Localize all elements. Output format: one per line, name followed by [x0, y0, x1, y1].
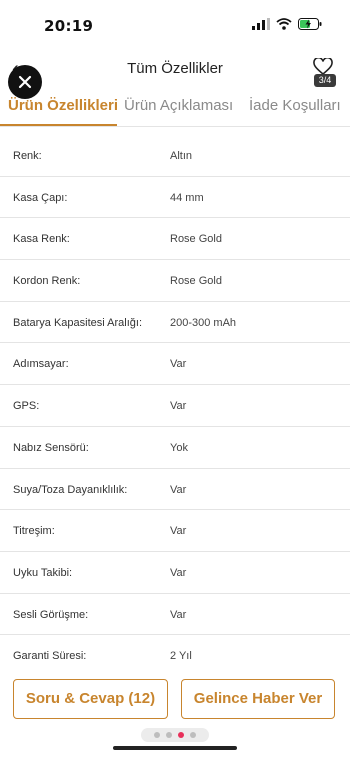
spec-key: Uyku Takibi: [13, 566, 73, 579]
battery-charging-icon [298, 18, 322, 30]
spec-value: Var [170, 483, 187, 496]
spec-value: Altın [170, 150, 193, 162]
spec-row: Kasa Çapı: 44 mm [0, 177, 350, 219]
status-icons [252, 18, 322, 30]
spec-row: Kordon Renk: Rose Gold [0, 260, 350, 302]
wifi-icon [276, 18, 292, 30]
status-time: 20:19 [44, 17, 94, 35]
spec-value: Rose Gold [170, 233, 222, 246]
spec-key: Garanti Süresi: [13, 650, 87, 663]
spec-value: Var [170, 358, 187, 371]
spec-row: Suya/Toza Dayanıklılık: Var [0, 469, 350, 511]
page-dot-active [178, 732, 184, 738]
bottom-action-bar: Soru & Cevap (12) Gelince Haber Ver [0, 668, 350, 758]
page-dot [154, 732, 160, 738]
spec-value: Var [170, 608, 187, 621]
spec-row: Adımsayar: Var [0, 343, 350, 386]
spec-key: Suya/Toza Dayanıklılık: [13, 483, 128, 496]
page-dot [190, 732, 196, 738]
tab-urun-aciklamasi[interactable]: Ürün Açıklaması [124, 97, 233, 114]
spec-row: Nabız Sensörü: Yok [0, 427, 350, 469]
page-title: Tüm Özellikler [127, 60, 223, 77]
tab-iade-kosullari[interactable]: İade Koşulları [249, 97, 341, 114]
page-dot [166, 732, 172, 738]
spec-key: Batarya Kapasitesi Aralığı: [13, 316, 143, 329]
tab-urun-ozellikleri[interactable]: Ürün Özellikleri [8, 97, 118, 114]
spec-value: Var [170, 566, 187, 579]
spec-value: Var [170, 525, 187, 538]
spec-key: Kasa Çapı: [13, 191, 68, 204]
spec-key: Renk: [13, 150, 42, 162]
spec-value: Yok [170, 441, 188, 454]
spec-key: Kasa Renk: [13, 233, 70, 246]
spec-row: Renk: Altın [0, 135, 350, 177]
status-bar: 20:19 [0, 0, 350, 44]
spec-value: 200-300 mAh [170, 316, 237, 329]
spec-key: Adımsayar: [13, 358, 69, 371]
home-indicator[interactable] [113, 746, 237, 750]
spec-list: Renk: Altın Kasa Çapı: 44 mm Kasa Renk: Ros… [0, 135, 350, 677]
spec-key: Nabız Sensörü: [13, 441, 89, 454]
spec-row: Uyku Takibi: Var [0, 552, 350, 594]
spec-value: 44 mm [170, 191, 204, 204]
active-tab-indicator [0, 124, 117, 126]
spec-key: GPS: [13, 400, 40, 413]
close-icon [18, 75, 32, 89]
notify-when-available-button[interactable]: Gelince Haber Ver [181, 679, 335, 719]
spec-value: Rose Gold [170, 275, 222, 288]
spec-row: Batarya Kapasitesi Aralığı: 200-300 mAh [0, 302, 350, 344]
tab-bar: Ürün Özellikleri Ürün Açıklaması İade Ko… [0, 92, 350, 127]
questions-answers-button[interactable]: Soru & Cevap (12) [13, 679, 168, 719]
spec-key: Titreşim: [13, 525, 55, 538]
close-button[interactable] [8, 65, 42, 99]
spec-key: Sesli Görüşme: [13, 608, 89, 621]
signal-icon [252, 18, 270, 30]
spec-row: Titreşim: Var [0, 510, 350, 552]
spec-value: Var [170, 400, 187, 413]
page-indicator [141, 728, 209, 742]
spec-value: 2 Yıl [170, 650, 192, 663]
spec-row: Kasa Renk: Rose Gold [0, 218, 350, 261]
image-counter-badge: 3/4 [314, 74, 336, 87]
spec-row: Sesli Görüşme: Var [0, 594, 350, 636]
spec-key: Kordon Renk: [13, 275, 81, 288]
spec-row: GPS: Var [0, 385, 350, 427]
